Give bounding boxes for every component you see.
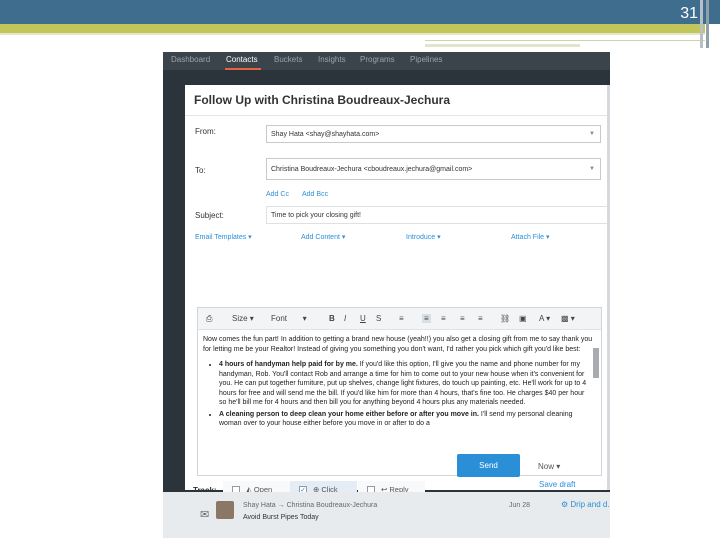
add-cc-link[interactable]: Add Cc (266, 191, 289, 198)
add-bcc-link[interactable]: Add Bcc (302, 191, 328, 198)
subject-label: Subject: (195, 211, 224, 220)
option-title: A cleaning person to deep clean your hom… (219, 410, 479, 418)
subject-input[interactable]: Time to pick your closing gift! (266, 206, 610, 224)
list-item: A cleaning person to deep clean your hom… (219, 410, 593, 429)
header-accent-band (0, 24, 705, 33)
italic-icon[interactable]: I (344, 314, 346, 323)
justify-icon[interactable]: ≡ (478, 314, 483, 323)
to-label: To: (195, 166, 206, 175)
bold-icon[interactable]: B (329, 314, 335, 323)
from-label: From: (195, 127, 216, 136)
header-thin-line (0, 33, 705, 35)
activity-subject[interactable]: Avoid Burst Pipes Today (243, 514, 319, 521)
active-tab-indicator (225, 68, 261, 70)
envelope-icon: ✉ (200, 509, 210, 521)
slide-number: 31 (680, 5, 698, 22)
drip-link-text: Drip and d... (570, 500, 610, 509)
header-vertical-line (700, 0, 703, 48)
align-center-icon[interactable]: ≡ (441, 314, 446, 323)
align-right-icon[interactable]: ≡ (460, 314, 465, 323)
font-dropdown[interactable]: Font ▾ (271, 314, 307, 323)
underline-icon[interactable]: U (360, 314, 366, 323)
editor-toolbar: ⎙ Size ▾ Font ▾ B I U S ≡ ≡ ≡ ≡ ≡ ⛓ ▣ A … (198, 308, 601, 330)
introduce-menu[interactable]: Introduce ▾ (406, 233, 441, 241)
email-editor[interactable]: ⎙ Size ▾ Font ▾ B I U S ≡ ≡ ≡ ≡ ≡ ⛓ ▣ A … (197, 307, 602, 476)
activity-participants: Shay Hata → Christina Boudreaux-Jechura (243, 502, 378, 509)
drip-link[interactable]: ⚙ Drip and d... (561, 500, 610, 509)
app-nav-bar: Dashboard Contacts Buckets Insights Prog… (163, 52, 610, 70)
to-value: Christina Boudreaux-Jechura <cboudreaux.… (271, 166, 473, 173)
avatar (216, 501, 234, 519)
activity-feed: ✉ Shay Hata → Christina Boudreaux-Jechur… (163, 492, 610, 538)
nav-tab-dashboard[interactable]: Dashboard (171, 55, 210, 64)
strikethrough-icon[interactable]: S (376, 314, 381, 323)
text-color-icon[interactable]: A ▾ (539, 314, 550, 323)
send-now-dropdown[interactable]: Now ▾ (538, 462, 560, 471)
print-icon[interactable]: ⎙ (206, 314, 212, 324)
image-icon[interactable]: ▣ (519, 314, 527, 323)
from-value: Shay Hata <shay@shayhata.com> (271, 131, 380, 138)
chevron-down-icon: ▼ (589, 166, 595, 172)
header-band (0, 0, 720, 24)
add-content-menu[interactable]: Add Content ▾ (301, 233, 345, 241)
gift-options-list: 4 hours of handyman help paid for by me.… (203, 360, 593, 429)
email-body[interactable]: Now comes the fun part! In addition to g… (203, 335, 593, 473)
size-label: Size (232, 314, 248, 323)
attach-file-menu[interactable]: Attach File ▾ (511, 233, 550, 241)
subject-value: Time to pick your closing gift! (271, 212, 361, 219)
nav-tab-contacts[interactable]: Contacts (226, 55, 258, 64)
editor-scrollbar[interactable] (593, 348, 599, 378)
option-title: 4 hours of handyman help paid for by me. (219, 361, 358, 368)
bulleted-list-icon[interactable]: ≡ (399, 314, 404, 323)
list-item: 4 hours of handyman help paid for by me.… (219, 360, 593, 408)
size-dropdown[interactable]: Size ▾ (232, 314, 254, 323)
email-templates-menu[interactable]: Email Templates ▾ (195, 233, 252, 241)
nav-tab-insights[interactable]: Insights (318, 55, 346, 64)
header-line-short (425, 44, 580, 47)
align-left-icon[interactable]: ≡ (422, 314, 431, 323)
slide: 31 Dashboard Contacts Buckets Insights P… (0, 0, 720, 540)
divider (185, 115, 610, 116)
nav-tab-buckets[interactable]: Buckets (274, 55, 302, 64)
link-icon[interactable]: ⛓ (500, 314, 510, 323)
save-draft-link[interactable]: Save draft (539, 480, 575, 489)
background-panel-edge (607, 85, 610, 490)
email-app-screenshot: Dashboard Contacts Buckets Insights Prog… (163, 52, 610, 538)
body-intro: Now comes the fun part! In addition to g… (203, 336, 593, 353)
modal-title: Follow Up with Christina Boudreaux-Jechu… (194, 93, 451, 107)
send-button[interactable]: Send (457, 454, 520, 477)
clear-format-icon[interactable]: ▩ ▾ (561, 314, 575, 323)
activity-date: Jun 28 (509, 502, 531, 509)
header-vertical-line (706, 0, 709, 48)
chevron-down-icon: ▼ (589, 131, 595, 137)
follow-up-modal: Follow Up with Christina Boudreaux-Jechu… (185, 85, 610, 499)
font-label: Font (271, 314, 288, 323)
from-field[interactable]: Shay Hata <shay@shayhata.com> ▼ (266, 125, 601, 143)
header-line (425, 40, 705, 41)
nav-tab-pipelines[interactable]: Pipelines (410, 55, 442, 64)
nav-tab-programs[interactable]: Programs (360, 55, 395, 64)
to-field[interactable]: Christina Boudreaux-Jechura <cboudreaux.… (266, 158, 601, 180)
